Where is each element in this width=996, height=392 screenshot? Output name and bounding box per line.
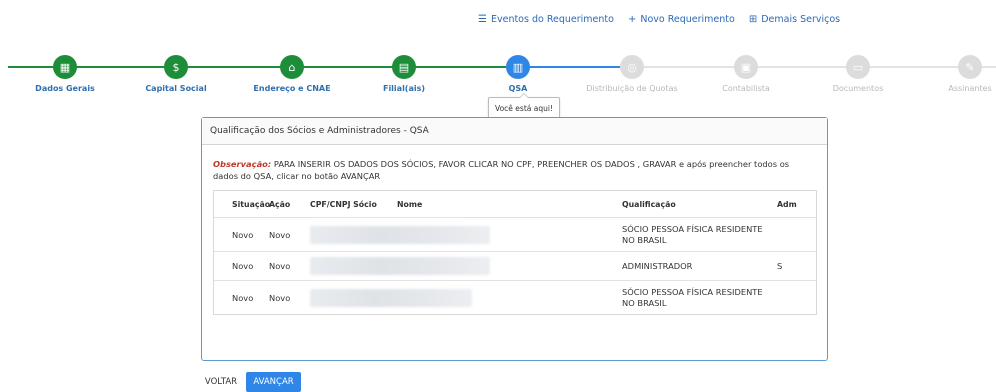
step-distribuicao-quotas[interactable]: ◎	[620, 55, 644, 79]
step-label-distribuicao-quotas: Distribuição de Quotas	[586, 84, 678, 93]
step-label-endereco-cnae: Endereço e CNAE	[253, 84, 331, 93]
qsa-table: Situação Ação CPF/CNPJ Sócio Nome Qualif…	[213, 190, 817, 315]
progress-line-current	[518, 66, 623, 68]
cell-acao: Novo	[269, 292, 291, 303]
cell-qualificacao: SÓCIO PESSOA FÍSICA RESIDENTE NO BRASIL	[622, 223, 763, 245]
col-acao: Ação	[269, 199, 291, 209]
step-assinantes[interactable]: ✎	[958, 55, 982, 79]
step-label-qsa: QSA	[508, 84, 528, 93]
branch-building-icon: ▤	[398, 60, 410, 74]
eventos-link-label: Eventos do Requerimento	[490, 14, 614, 25]
cell-situacao: Novo	[232, 292, 254, 303]
building-icon: ▦	[59, 60, 71, 74]
partners-building-icon: ▥	[512, 60, 524, 74]
redacted-cpf-nome[interactable]	[310, 225, 490, 244]
money-bag-icon: $	[172, 60, 180, 74]
voltar-button[interactable]: VOLTAR	[203, 372, 239, 392]
cell-qualificacao: SÓCIO PESSOA FÍSICA RESIDENTE NO BRASIL	[622, 286, 763, 308]
avancar-button[interactable]: AVANÇAR	[246, 372, 301, 392]
plus-icon: +	[627, 14, 637, 25]
observation-note: Observação: PARA INSERIR OS DADOS DOS SÓ…	[213, 158, 815, 182]
step-qsa[interactable]: ▥	[506, 55, 530, 79]
progress-line-done	[8, 66, 518, 68]
cell-situacao: Novo	[232, 261, 254, 271]
cell-situacao: Novo	[232, 229, 254, 240]
step-dados-gerais[interactable]: ▦	[53, 55, 77, 79]
progress-line-todo	[623, 66, 996, 68]
coins-icon: ◎	[627, 60, 637, 74]
list-icon: ☰	[478, 14, 487, 25]
novo-requerimento-link[interactable]: + Novo Requerimento	[628, 14, 735, 25]
cell-acao: Novo	[269, 229, 291, 240]
step-label-assinantes: Assinantes	[948, 84, 992, 93]
step-label-filiais: Filial(ais)	[382, 84, 426, 93]
top-links: ☰ Eventos do Requerimento + Novo Requeri…	[478, 14, 840, 25]
qsa-panel: Qualificação dos Sócios e Administradore…	[201, 117, 828, 361]
table-row[interactable]: Novo Novo SÓCIO PESSOA FÍSICA RESIDENTE …	[214, 218, 816, 252]
step-filiais[interactable]: ▤	[392, 55, 416, 79]
signature-icon: ✎	[965, 60, 975, 74]
table-row[interactable]: Novo Novo SÓCIO PESSOA FÍSICA RESIDENTE …	[214, 281, 816, 314]
col-adm: Adm	[777, 199, 797, 209]
table-header-row: Situação Ação CPF/CNPJ Sócio Nome Qualif…	[214, 191, 816, 218]
col-cpf-cnpj: CPF/CNPJ Sócio	[310, 199, 377, 209]
cell-acao: Novo	[269, 261, 291, 271]
accountant-icon: ▣	[740, 60, 752, 74]
step-label-contabilista: Contabilista	[722, 84, 770, 93]
col-qualificacao: Qualificação	[622, 199, 676, 209]
step-endereco-cnae[interactable]: ⌂	[280, 55, 304, 79]
redacted-cpf-nome[interactable]	[310, 257, 490, 275]
observation-text: PARA INSERIR OS DADOS DOS SÓCIOS, FAVOR …	[213, 159, 790, 181]
col-situacao: Situação	[232, 199, 271, 209]
map-pin-icon: ⌂	[288, 60, 296, 74]
step-contabilista[interactable]: ▣	[734, 55, 758, 79]
document-icon: ▭	[852, 60, 864, 74]
cell-adm: S	[777, 261, 783, 271]
step-label-documentos: Documentos	[832, 84, 884, 93]
col-nome: Nome	[397, 199, 423, 209]
table-row[interactable]: Novo Novo ADMINISTRADOR S	[214, 252, 816, 281]
step-label-dados-gerais: Dados Gerais	[35, 84, 95, 93]
demais-servicos-link[interactable]: ⊞ Demais Serviços	[749, 14, 840, 25]
observation-keyword: Observação:	[213, 159, 272, 169]
cell-qualificacao: ADMINISTRADOR	[622, 260, 693, 271]
navigation-buttons: VOLTAR AVANÇAR	[203, 372, 301, 392]
redacted-cpf-nome[interactable]	[310, 288, 472, 307]
eventos-link[interactable]: ☰ Eventos do Requerimento	[478, 14, 614, 25]
novo-requerimento-label: Novo Requerimento	[640, 14, 735, 25]
demais-servicos-label: Demais Serviços	[761, 14, 841, 25]
step-capital-social[interactable]: $	[164, 55, 188, 79]
step-documentos[interactable]: ▭	[846, 55, 870, 79]
sitemap-icon: ⊞	[748, 14, 758, 25]
current-step-tooltip: Você está aqui!	[488, 93, 560, 119]
step-label-capital-social: Capital Social	[145, 84, 207, 93]
panel-title: Qualificação dos Sócios e Administradore…	[202, 118, 827, 145]
